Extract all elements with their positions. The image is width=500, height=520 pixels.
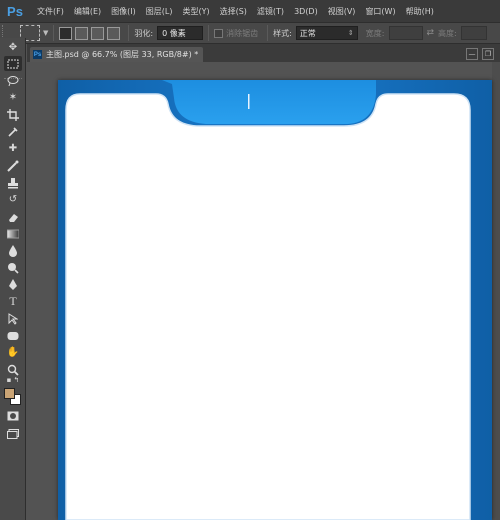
white-panel — [65, 93, 471, 520]
default-colors-icon[interactable]: ▪ ↰ — [4, 375, 22, 385]
style-select-value: 正常 — [299, 28, 316, 38]
document-tab-label: 主图.psd @ 66.7% (图层 33, RGB/8#) * — [46, 50, 199, 59]
hand-tool-icon[interactable]: ✋ — [4, 345, 22, 360]
options-bar: ▼ 羽化: 0 像素 消除锯齿 样式: 正常 ⇕ 宽度: ⇄ 高度: — [0, 22, 500, 44]
subtract-selection-button[interactable] — [91, 26, 105, 40]
mask-icon — [7, 411, 19, 420]
pen-tool-icon[interactable] — [4, 277, 22, 292]
magic-wand-tool-icon[interactable]: ✶ — [4, 90, 22, 105]
minimize-icon[interactable]: — — [466, 48, 478, 60]
divider — [128, 25, 130, 41]
restore-icon[interactable]: ❐ — [482, 48, 494, 60]
add-selection-button[interactable] — [75, 26, 89, 40]
divider — [267, 25, 269, 41]
width-input[interactable] — [388, 26, 423, 40]
drop-icon — [9, 244, 17, 257]
screen-mode-icon[interactable] — [4, 426, 22, 441]
type-icon: T — [9, 294, 17, 308]
style-select[interactable]: 正常 ⇕ — [295, 26, 358, 40]
healing-brush-tool-icon[interactable]: ✚ — [4, 141, 22, 156]
dodge-tool-icon[interactable] — [4, 260, 22, 275]
shape-tool-icon[interactable] — [4, 328, 22, 343]
menu-select[interactable]: 选择(S) — [215, 6, 252, 17]
lasso-tool-icon[interactable] — [4, 73, 22, 88]
menu-window[interactable]: 窗口(W) — [360, 6, 400, 17]
gradient-icon — [7, 229, 19, 238]
crop-tool-icon[interactable] — [4, 107, 22, 122]
gradient-tool-icon[interactable] — [4, 226, 22, 241]
menu-image[interactable]: 图像(I) — [106, 6, 141, 17]
type-tool-icon[interactable]: T — [4, 294, 22, 309]
marquee-icon — [7, 59, 19, 68]
rounded-rect-icon — [7, 331, 19, 340]
text-cursor — [248, 94, 250, 109]
menu-filter[interactable]: 滤镜(T) — [252, 6, 289, 17]
path-selection-tool-icon[interactable] — [4, 311, 22, 326]
feather-input[interactable]: 0 像素 — [157, 26, 204, 40]
menu-bar: Ps 文件(F) 编辑(E) 图像(I) 图层(L) 类型(Y) 选择(S) 滤… — [0, 0, 500, 22]
app-logo: Ps — [7, 3, 23, 19]
brush-icon — [7, 160, 19, 172]
lasso-icon — [7, 75, 19, 86]
antialias-label: 消除锯齿 — [226, 28, 259, 38]
chevron-updown-icon: ⇕ — [347, 29, 354, 37]
height-input[interactable] — [460, 26, 487, 40]
move-tool-icon[interactable]: ✥ — [4, 40, 22, 55]
tab-frame-design — [65, 80, 471, 520]
style-label: 样式: — [273, 28, 292, 38]
dodge-icon — [8, 262, 19, 274]
eraser-tool-icon[interactable] — [4, 209, 22, 224]
document-tab[interactable]: Ps 主图.psd @ 66.7% (图层 33, RGB/8#) * — [30, 47, 204, 62]
quick-mask-icon[interactable] — [4, 408, 22, 423]
eyedropper-tool-icon[interactable] — [4, 124, 22, 139]
arrow-icon — [8, 312, 18, 325]
screen-icon — [7, 428, 19, 439]
crop-icon — [7, 108, 19, 121]
eyedropper-icon — [8, 126, 18, 137]
divider — [53, 25, 55, 41]
menu-help[interactable]: 帮助(H) — [401, 6, 439, 17]
feather-label: 羽化: — [134, 28, 154, 38]
brush-tool-icon[interactable] — [4, 158, 22, 173]
menu-type[interactable]: 类型(Y) — [177, 6, 214, 17]
blur-tool-icon[interactable] — [4, 243, 22, 258]
stamp-icon — [8, 177, 18, 188]
chevron-down-icon[interactable]: ▼ — [43, 29, 48, 37]
swap-icon[interactable]: ⇄ — [427, 28, 435, 38]
eraser-icon — [9, 213, 18, 222]
foreground-color-swatch[interactable] — [4, 388, 15, 399]
rect-marquee-tool-icon[interactable] — [4, 56, 22, 71]
intersect-selection-button[interactable] — [107, 26, 121, 40]
zoom-icon — [7, 364, 19, 376]
top-tab-shape — [162, 80, 376, 124]
window-controls: — ❐ — [462, 48, 494, 60]
menu-file[interactable]: 文件(F) — [32, 6, 69, 17]
menu-layer[interactable]: 图层(L) — [141, 6, 178, 17]
document-canvas[interactable] — [58, 80, 492, 520]
vertical-scrollbar[interactable] — [492, 62, 500, 520]
new-selection-button[interactable] — [59, 26, 73, 40]
menu-view[interactable]: 视图(V) — [323, 6, 361, 17]
antialias-checkbox[interactable] — [214, 28, 224, 38]
menu-edit[interactable]: 编辑(E) — [69, 6, 106, 17]
width-label: 宽度: — [365, 28, 385, 38]
pen-icon — [9, 278, 17, 290]
divider — [208, 25, 210, 41]
menu-3d[interactable]: 3D(D) — [289, 7, 323, 16]
clone-stamp-tool-icon[interactable] — [4, 175, 22, 190]
history-brush-tool-icon[interactable]: ↺ — [4, 192, 22, 207]
psd-file-icon: Ps — [33, 50, 42, 59]
height-label: 高度: — [438, 28, 457, 38]
